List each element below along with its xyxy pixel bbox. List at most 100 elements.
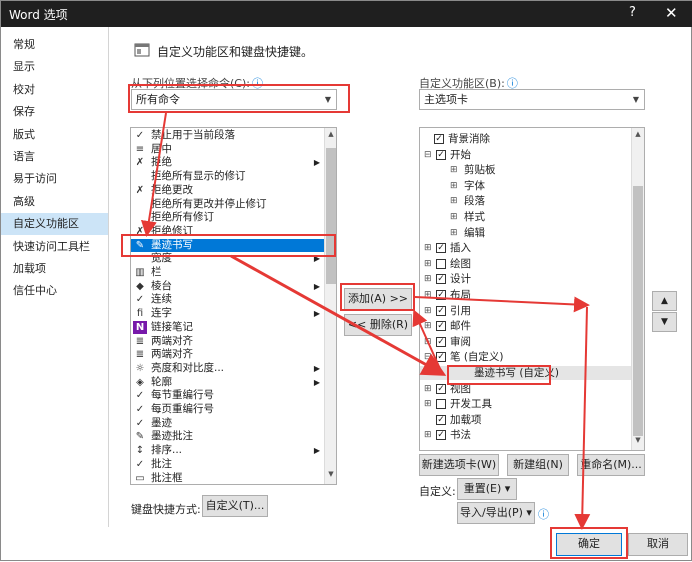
ribbon-tree-node[interactable]: ⊞ 编辑 [420, 226, 631, 240]
command-item[interactable]: ≣ 两端对齐 [131, 335, 324, 348]
customize-ribbon-dropdown[interactable]: 主选项卡 ▼ [419, 89, 645, 110]
ribbon-tree[interactable]: ✓ 背景消除 ⊟ ✓ 开始 ⊞ 剪贴板 ⊞ 字体 ⊞ 段落 ⊞ 样式 ⊞ 编辑 ⊞ ✓ 插入 ⊞ 绘图 ⊞ ✓ 设计 ⊞ ✓ 布局… [419, 127, 645, 451]
command-item[interactable]: ✗ 拒绝更改 [131, 184, 324, 197]
ribbon-tree-node[interactable]: ✓ 加载项 [420, 413, 631, 427]
customize-keyboard-button[interactable]: 自定义(T)... [202, 495, 268, 517]
expand-icon[interactable]: ⊞ [424, 272, 432, 286]
remove-button[interactable]: << 删除(R) [344, 314, 412, 336]
ribbon-tree-node[interactable]: ⊞ 段落 [420, 194, 631, 208]
ribbon-tree-node[interactable]: ⊞ 字体 [420, 179, 631, 193]
commands-list[interactable]: ✓ 禁止用于当前段落 ≡ 居中 ✗ 拒绝 ▶ 拒绝所有显示的修订 ✗ 拒绝更改 拒绝所有更改并停止修… [130, 127, 337, 485]
command-item[interactable]: 拒绝所有显示的修订 [131, 170, 324, 183]
command-item[interactable]: ✓ 批注 [131, 458, 324, 471]
scroll-up-icon[interactable]: ▲ [632, 130, 644, 138]
expand-icon[interactable]: ⊞ [450, 179, 458, 193]
collapse-icon[interactable]: ⊟ [424, 350, 432, 364]
expand-icon[interactable]: ⊞ [424, 382, 432, 396]
ribbon-tree-node[interactable]: 墨迹书写 (自定义) [420, 366, 631, 380]
command-item[interactable]: ✓ 墨迹 [131, 417, 324, 430]
command-item[interactable]: ✗ 拒绝 ▶ [131, 156, 324, 169]
move-down-button[interactable]: ▼ [652, 312, 677, 332]
ribbon-tab-checkbox[interactable]: ✓ [436, 414, 446, 425]
sidebar-item[interactable]: 版式 [1, 124, 108, 146]
sidebar-item[interactable]: 高级 [1, 191, 108, 213]
cancel-button[interactable]: 取消 [628, 533, 688, 556]
ribbon-tree-scrollbar[interactable]: ▲ ▼ [631, 128, 644, 450]
ribbon-tab-checkbox[interactable]: ✓ [436, 352, 446, 363]
command-item[interactable]: ✎ 墨迹批注 [131, 430, 324, 443]
scroll-thumb[interactable] [326, 148, 336, 284]
help-icon[interactable]: ? [629, 5, 636, 20]
ribbon-tab-checkbox[interactable]: ✓ [436, 243, 446, 254]
command-item[interactable]: ✓ 每页重编行号 [131, 403, 324, 416]
rename-button[interactable]: 重命名(M)... [577, 454, 645, 476]
ribbon-tree-node[interactable]: ⊞ ✓ 审阅 [420, 335, 631, 349]
ribbon-tab-checkbox[interactable]: ✓ [436, 383, 446, 394]
expand-icon[interactable]: ⊞ [424, 428, 432, 442]
ribbon-tree-node[interactable]: ⊟ ✓ 笔 (自定义) [420, 350, 631, 364]
commands-scrollbar[interactable]: ▲ ▼ [324, 128, 336, 484]
command-item[interactable]: ✓ 每节重编行号 [131, 389, 324, 402]
expand-icon[interactable]: ⊞ [424, 241, 432, 255]
ribbon-tree-node[interactable]: ⊞ ✓ 邮件 [420, 319, 631, 333]
command-item[interactable]: ≡ 居中 [131, 143, 324, 156]
command-item[interactable]: ◈ 轮廓 ▶ [131, 376, 324, 389]
expand-icon[interactable]: ⊞ [424, 335, 432, 349]
expand-icon[interactable]: ⊞ [450, 194, 458, 208]
command-item[interactable]: N 链接笔记 [131, 320, 324, 334]
expand-icon[interactable]: ⊞ [450, 163, 458, 177]
command-item[interactable]: ↕ 排序... ▶ [131, 444, 324, 457]
expand-icon[interactable]: ⊞ [424, 257, 432, 271]
expand-icon[interactable]: ⊞ [424, 304, 432, 318]
ok-button[interactable]: 确定 [556, 533, 622, 556]
new-tab-button[interactable]: 新建选项卡(W) [419, 454, 499, 476]
sidebar-item[interactable]: 自定义功能区 [1, 213, 108, 236]
ribbon-tab-checkbox[interactable]: ✓ [436, 305, 446, 316]
ribbon-tab-checkbox[interactable] [436, 258, 446, 269]
ribbon-tab-checkbox[interactable] [436, 399, 446, 410]
expand-icon[interactable]: ⊞ [450, 226, 458, 240]
sidebar-item[interactable]: 快速访问工具栏 [1, 236, 108, 258]
command-item[interactable]: ≣ 两端对齐 [131, 348, 324, 361]
command-item[interactable]: ✎ 墨迹书写 [131, 238, 324, 252]
ribbon-tab-checkbox[interactable]: ✓ [436, 430, 446, 441]
ribbon-tab-checkbox[interactable]: ✓ [434, 134, 444, 144]
sidebar-item[interactable]: 显示 [1, 56, 108, 78]
sidebar-item[interactable]: 校对 [1, 79, 108, 101]
ribbon-tree-node[interactable]: ⊞ ✓ 设计 [420, 272, 631, 286]
sidebar-item[interactable]: 保存 [1, 101, 108, 123]
scroll-thumb[interactable] [633, 186, 643, 436]
ribbon-tree-node[interactable]: ⊞ 样式 [420, 210, 631, 224]
sidebar-item[interactable]: 易于访问 [1, 168, 108, 190]
ribbon-tree-node[interactable]: ⊞ ✓ 视图 [420, 382, 631, 396]
ribbon-tree-node[interactable]: ⊟ ✓ 开始 [420, 148, 631, 162]
command-item[interactable]: ﬁ 连字 ▶ [131, 307, 324, 320]
ribbon-tab-checkbox[interactable]: ✓ [436, 274, 446, 285]
ribbon-tree-node[interactable]: ⊞ 开发工具 [420, 397, 631, 411]
collapse-icon[interactable]: ⊟ [424, 148, 432, 162]
close-icon[interactable]: ✕ [665, 4, 678, 22]
command-item[interactable]: ☼ 亮度和对比度... ▶ [131, 362, 324, 375]
command-item[interactable]: 拒绝所有更改并停止修订 [131, 198, 324, 211]
ribbon-tree-node[interactable]: ✓ 背景消除 [420, 132, 631, 146]
command-item[interactable]: ◆ 棱台 ▶ [131, 280, 324, 293]
ribbon-tree-node[interactable]: ⊞ ✓ 布局 [420, 288, 631, 302]
ribbon-tab-checkbox[interactable]: ✓ [436, 321, 446, 332]
command-item[interactable]: ✓ 连续 [131, 293, 324, 306]
command-item[interactable]: ✓ 禁止用于当前段落 [131, 129, 324, 142]
reset-button[interactable]: 重置(E) ▾ [457, 478, 517, 500]
sidebar-item[interactable]: 信任中心 [1, 280, 108, 302]
scroll-up-icon[interactable]: ▲ [325, 130, 336, 138]
add-button[interactable]: 添加(A) >> [344, 288, 412, 310]
expand-icon[interactable]: ⊞ [424, 288, 432, 302]
expand-icon[interactable]: ⊞ [424, 397, 432, 411]
new-group-button[interactable]: 新建组(N) [507, 454, 569, 476]
ribbon-tree-node[interactable]: ⊞ ✓ 插入 [420, 241, 631, 255]
sidebar-item[interactable]: 加载项 [1, 258, 108, 280]
expand-icon[interactable]: ⊞ [450, 210, 458, 224]
command-item[interactable]: ▭ 批注框 [131, 472, 324, 485]
ribbon-tree-node[interactable]: ⊞ ✓ 引用 [420, 304, 631, 318]
ribbon-tree-node[interactable]: ⊞ 绘图 [420, 257, 631, 271]
command-item[interactable]: ✗ 拒绝修订 [131, 225, 324, 238]
scroll-down-icon[interactable]: ▼ [632, 436, 644, 444]
